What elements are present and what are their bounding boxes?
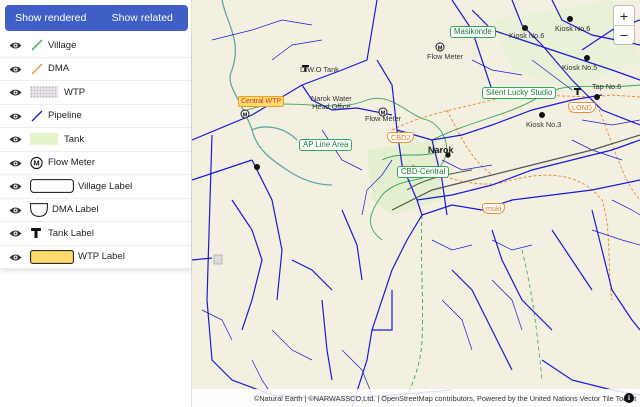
dma-label-muki[interactable]: muki xyxy=(482,203,506,214)
place-label-narok: Narok xyxy=(428,145,454,155)
kiosk-marker xyxy=(584,55,590,61)
legend-item-tank-label[interactable]: Tank Label xyxy=(0,222,191,246)
zoom-controls: + − xyxy=(614,6,634,44)
legend-item-dma-label[interactable]: DMA Label xyxy=(0,199,191,222)
flow-meter-label[interactable]: Flow Meter xyxy=(365,115,401,123)
legend-label-wtp-label: WTP Label xyxy=(78,251,125,263)
dma-label-lond[interactable]: LOND xyxy=(568,102,596,113)
tank-label-icon xyxy=(574,88,581,95)
village-label-ap-line[interactable]: AP Line Area xyxy=(299,139,353,151)
svg-text:M: M xyxy=(438,46,443,52)
legend-item-tank[interactable]: Tank xyxy=(0,128,191,152)
village-label-silent-lucky[interactable]: Silent Lucky Studio xyxy=(482,87,557,99)
legend-label-dma-label: DMA Label xyxy=(52,204,99,216)
tank-marker xyxy=(254,164,260,170)
eye-icon[interactable] xyxy=(9,88,22,97)
dma-line-icon xyxy=(31,63,43,75)
map-layers: M M M xyxy=(192,0,640,407)
kiosk-marker xyxy=(594,94,600,100)
kiosk-marker xyxy=(567,16,573,22)
dma-label-icon xyxy=(30,202,48,217)
legend-label-village: Village xyxy=(48,39,77,51)
zoom-out-button[interactable]: − xyxy=(614,25,634,44)
tank-label-dwo[interactable]: D.W.O Tank xyxy=(300,66,339,74)
legend-label-flow-meter: Flow Meter xyxy=(48,157,95,169)
dma-label-cbd2[interactable]: CBD2 xyxy=(387,132,415,143)
flow-meter-icon: M xyxy=(30,156,43,169)
show-related-button[interactable]: Show related xyxy=(97,5,189,31)
head-office-label: Narok Water Head Office xyxy=(311,95,352,111)
village-label-masikonde[interactable]: Masikonde xyxy=(450,26,496,38)
legend-item-pipeline[interactable]: Pipeline xyxy=(0,105,191,128)
eye-icon[interactable] xyxy=(9,206,22,215)
head-office-line-2: Head Office xyxy=(312,102,351,111)
flow-meter-icon: M xyxy=(240,109,250,119)
tap-label[interactable]: Tap No.6 xyxy=(592,83,621,91)
flow-meter-label[interactable]: Flow Meter xyxy=(427,53,463,61)
legend-item-wtp[interactable]: WTP xyxy=(0,81,191,105)
dma-boundary xyxy=(391,94,640,131)
zoom-in-button[interactable]: + xyxy=(614,6,634,25)
eye-icon[interactable] xyxy=(9,253,22,262)
eye-icon[interactable] xyxy=(9,41,22,50)
village-line-icon xyxy=(31,39,43,51)
flow-meter-icon: M xyxy=(435,42,445,52)
wtp-area-icon xyxy=(30,86,58,99)
svg-text:M: M xyxy=(33,158,39,167)
tank-label-icon xyxy=(31,228,41,239)
kiosk-marker xyxy=(539,112,545,118)
svg-text:M: M xyxy=(243,113,248,119)
toggle-button-bar: Show rendered Show related xyxy=(5,5,188,31)
eye-icon[interactable] xyxy=(9,65,22,74)
village-label-icon xyxy=(30,179,74,194)
eye-icon[interactable] xyxy=(9,159,22,168)
legend-label-village-label: Village Label xyxy=(78,180,133,192)
legend-label-dma: DMA xyxy=(48,63,70,75)
eye-icon[interactable] xyxy=(9,229,22,238)
wtp-label-icon xyxy=(30,249,74,264)
legend-label-pipeline: Pipeline xyxy=(48,110,82,122)
map-canvas[interactable]: M M M Central WTP D.W.O Tank Narok Water… xyxy=(192,0,640,407)
wtp-label-central[interactable]: Central WTP xyxy=(238,96,285,107)
layer-legend: Village DMA WTP Pipeline Tank M Flow Met… xyxy=(0,34,191,269)
legend-item-dma[interactable]: DMA xyxy=(0,58,191,81)
eye-icon[interactable] xyxy=(9,182,22,191)
kiosk-label[interactable]: Kiosk No.6 xyxy=(509,32,544,40)
river xyxy=(221,0,333,186)
kiosk-label[interactable]: Kiosk No.5 xyxy=(562,64,597,72)
tank-area-icon xyxy=(30,133,58,146)
map-attribution: ©Natural Earth | ©NARWASSCO,Ltd. | OpenS… xyxy=(192,389,640,407)
legend-item-flow-meter[interactable]: M Flow Meter xyxy=(0,152,191,175)
legend-item-wtp-label[interactable]: WTP Label xyxy=(0,246,191,269)
eye-icon[interactable] xyxy=(9,135,22,144)
pipeline-line-icon xyxy=(31,110,43,122)
legend-item-village-label[interactable]: Village Label xyxy=(0,175,191,199)
legend-label-tank: Tank xyxy=(64,133,85,145)
wtp-area xyxy=(213,254,223,265)
village-label-cbd-central[interactable]: CBD-Central xyxy=(397,166,450,178)
info-icon[interactable]: i xyxy=(624,393,634,403)
kiosk-label[interactable]: Kiosk No.3 xyxy=(526,121,561,129)
kiosk-label[interactable]: Kiosk No.6 xyxy=(555,25,590,33)
layer-panel: Show rendered Show related Village DMA W… xyxy=(0,0,192,407)
village-boundary xyxy=(521,249,543,381)
show-rendered-button[interactable]: Show rendered xyxy=(5,5,97,31)
eye-icon[interactable] xyxy=(9,112,22,121)
legend-label-tank-label: Tank Label xyxy=(48,227,94,239)
legend-label-wtp: WTP xyxy=(64,86,86,98)
legend-item-village[interactable]: Village xyxy=(0,34,191,58)
